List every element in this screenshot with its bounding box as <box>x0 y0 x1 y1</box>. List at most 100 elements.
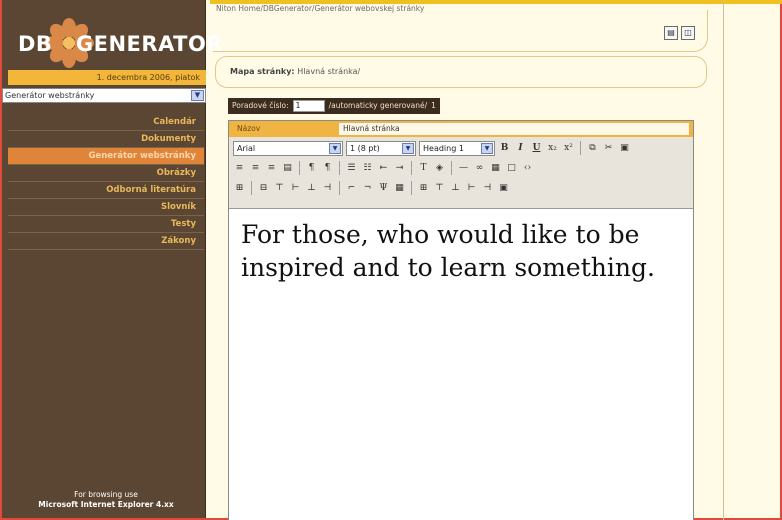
sidebar-item-documents[interactable]: Dokumenty <box>8 131 204 148</box>
toolbar-separator <box>251 181 252 195</box>
right-divider <box>723 0 724 520</box>
toolbar-row-1: Arial ▼ 1 (8 pt) ▼ Heading 1 ▼ B I U x₂ x² … <box>233 139 631 157</box>
toolbar-separator <box>339 181 340 195</box>
insert-row-before-icon[interactable]: ⊤ <box>433 181 446 195</box>
date-display: 1. decembra 2006, piatok <box>8 70 206 85</box>
align-center-icon[interactable]: ≡ <box>249 161 262 175</box>
order-number-input[interactable]: 1 <box>292 100 325 112</box>
save-icon[interactable]: ▤ <box>664 26 678 40</box>
delete-col-icon[interactable]: ⊣ <box>321 181 334 195</box>
horizontal-rule-icon[interactable]: — <box>457 161 470 175</box>
chevron-down-icon[interactable]: ▼ <box>191 90 204 101</box>
italic-icon[interactable]: I <box>514 141 527 155</box>
sidebar-item-literature[interactable]: Odborná literatúra <box>8 182 204 199</box>
preview-icon[interactable]: ◫ <box>681 26 695 40</box>
copy-icon[interactable]: ⧉ <box>586 141 599 155</box>
toolbar-separator <box>339 161 340 175</box>
browser-note: For browsing use Microsoft Internet Expl… <box>8 490 204 510</box>
sidebar-item-web-generator[interactable]: Generátor webstránky <box>8 148 204 165</box>
format-select-value: Heading 1 <box>423 143 464 153</box>
order-label: Poradové číslo: <box>232 101 289 110</box>
format-select[interactable]: Heading 1 ▼ <box>419 140 495 156</box>
toolbar-separator <box>299 161 300 175</box>
toolbar-separator <box>411 181 412 195</box>
cell-props-icon[interactable]: Ψ <box>377 181 390 195</box>
editor-toolbar: Arial ▼ 1 (8 pt) ▼ Heading 1 ▼ B I U x₂ x² … <box>229 137 693 209</box>
header-panel <box>213 10 708 52</box>
superscript-icon[interactable]: x² <box>562 141 575 155</box>
sidebar-item-calendar[interactable]: Calendár <box>8 114 204 131</box>
align-justify-icon[interactable]: ▤ <box>281 161 294 175</box>
row-props-icon[interactable]: ⊞ <box>417 181 430 195</box>
title-input[interactable]: Hlavná stránka <box>339 123 689 135</box>
chevron-down-icon: ▼ <box>481 142 493 154</box>
title-label: Názov <box>237 124 261 133</box>
insert-row-icon[interactable]: ⊤ <box>273 181 286 195</box>
frame-icon[interactable]: □ <box>505 161 518 175</box>
align-left-icon[interactable]: ≡ <box>233 161 246 175</box>
html-editor: Názov Hlavná stránka Arial ▼ 1 (8 pt) ▼ He… <box>228 120 694 520</box>
sidebar: DB GENERATOR 1. decembra 2006, piatok Ge… <box>2 0 223 518</box>
underline-icon[interactable]: U <box>530 141 543 155</box>
size-select[interactable]: 1 (8 pt) ▼ <box>346 140 416 156</box>
sitemap-label: Mapa stránky: <box>230 67 295 76</box>
unordered-list-icon[interactable]: ☷ <box>361 161 374 175</box>
delete-row-icon[interactable]: ⊥ <box>305 181 318 195</box>
ltr-icon[interactable]: ¶ <box>305 161 318 175</box>
toolbar-row-2: ≡ ≡ ≡ ▤ ¶ ¶ ☰ ☷ ⇤ ⇥ T ◈ — ∞ ▦ □ ‹› <box>233 159 534 177</box>
logo-text-left: DB <box>18 32 53 56</box>
font-select[interactable]: Arial ▼ <box>233 140 343 156</box>
sidebar-item-tests[interactable]: Testy <box>8 216 204 233</box>
order-auto-value: 1 <box>431 101 436 110</box>
align-right-icon[interactable]: ≡ <box>265 161 278 175</box>
ordered-list-icon[interactable]: ☰ <box>345 161 358 175</box>
page-tools: ▤ ◫ <box>664 26 695 40</box>
browser-note-line2: Microsoft Internet Explorer 4.xx <box>38 500 174 509</box>
insert-col-before-icon[interactable]: ⊢ <box>465 181 478 195</box>
link-icon[interactable]: ∞ <box>473 161 486 175</box>
rtl-icon[interactable]: ¶ <box>321 161 334 175</box>
section-select[interactable]: Generátor webstránky ▼ <box>2 88 206 103</box>
sidebar-item-laws[interactable]: Zákony <box>8 233 204 250</box>
browser-note-line1: For browsing use <box>74 490 138 499</box>
toolbar-row-3: ⊞ ⊟ ⊤ ⊢ ⊥ ⊣ ⌐ ¬ Ψ ▦ ⊞ ⊤ ⊥ ⊢ ⊣ ▣ <box>233 179 510 197</box>
text-color-icon[interactable]: T <box>417 161 430 175</box>
editor-content[interactable]: For those, who would like to be inspired… <box>241 218 681 284</box>
insert-col-after-icon[interactable]: ⊣ <box>481 181 494 195</box>
logo-text: DB GENERATOR <box>18 32 223 56</box>
sidebar-item-dictionary[interactable]: Slovník <box>8 199 204 216</box>
cut-icon[interactable]: ✂ <box>602 141 615 155</box>
sidebar-menu: Calendár Dokumenty Generátor webstránky … <box>8 114 204 250</box>
chevron-down-icon: ▼ <box>329 142 341 154</box>
indent-icon[interactable]: ⇥ <box>393 161 406 175</box>
subscript-icon[interactable]: x₂ <box>546 141 559 155</box>
merge-cells-icon[interactable]: ⌐ <box>345 181 358 195</box>
toolbar-separator <box>451 161 452 175</box>
font-select-value: Arial <box>237 143 256 153</box>
logo-text-right: GENERATOR <box>75 32 224 56</box>
source-code-icon[interactable]: ‹› <box>521 161 534 175</box>
highlight-icon[interactable]: ◈ <box>433 161 446 175</box>
image-icon[interactable]: ▦ <box>489 161 502 175</box>
table-grid-icon[interactable]: ▦ <box>393 181 406 195</box>
paste-icon[interactable]: ▣ <box>618 141 631 155</box>
table-icon[interactable]: ⊞ <box>233 181 246 195</box>
editor-content-area[interactable]: For those, who would like to be inspired… <box>229 210 693 520</box>
chevron-down-icon: ▼ <box>402 142 414 154</box>
sitemap-value: Hlavná stránka/ <box>297 67 361 76</box>
split-cells-icon[interactable]: ¬ <box>361 181 374 195</box>
table-props-icon[interactable]: ⊟ <box>257 181 270 195</box>
order-number-bar: Poradové číslo: 1 /automaticky generovan… <box>228 98 440 114</box>
bold-icon[interactable]: B <box>498 141 511 155</box>
title-row: Názov Hlavná stránka <box>229 121 693 137</box>
order-auto-label: /automaticky generované/ <box>328 101 428 110</box>
sidebar-item-images[interactable]: Obrázky <box>8 165 204 182</box>
size-select-value: 1 (8 pt) <box>350 143 380 153</box>
insert-col-icon[interactable]: ⊢ <box>289 181 302 195</box>
logo: DB GENERATOR <box>8 8 223 68</box>
table-border-icon[interactable]: ▣ <box>497 181 510 195</box>
insert-row-after-icon[interactable]: ⊥ <box>449 181 462 195</box>
sitemap-panel: Mapa stránky: Hlavná stránka/ <box>215 56 707 88</box>
section-select-value: Generátor webstránky <box>5 91 95 100</box>
outdent-icon[interactable]: ⇤ <box>377 161 390 175</box>
